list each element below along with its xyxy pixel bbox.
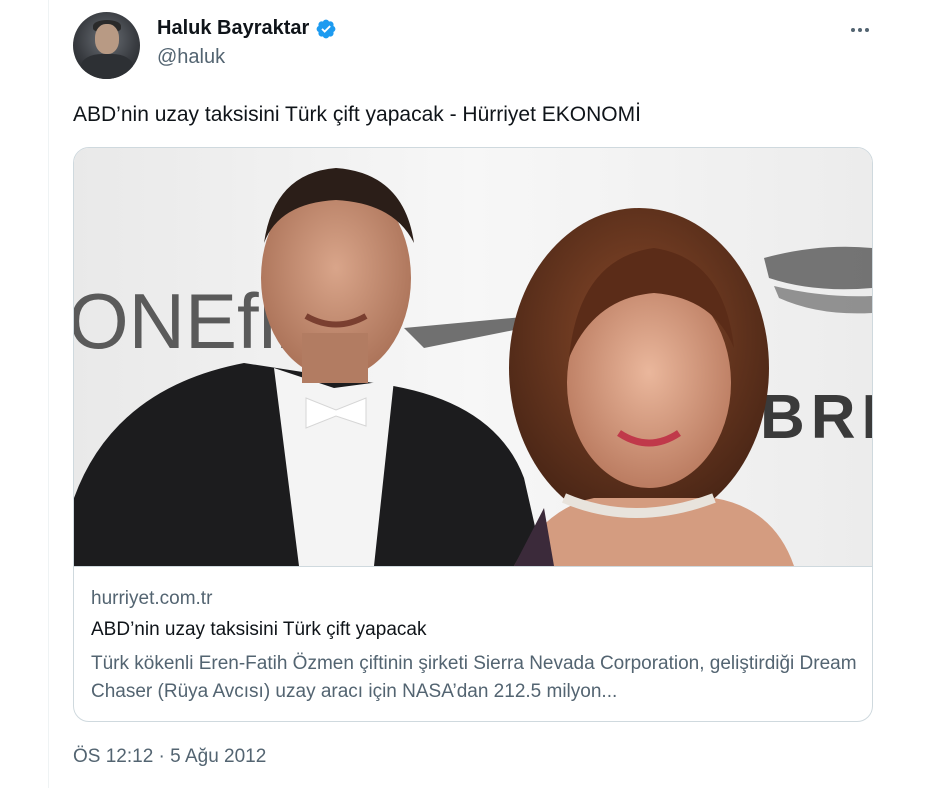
- author-handle[interactable]: @haluk: [157, 46, 225, 69]
- card-image[interactable]: ONEfli BRE: [74, 148, 872, 566]
- article-photo-icon: ONEfli BRE: [74, 148, 872, 566]
- card-title[interactable]: ABD’nin uzay taksisini Türk çift yapacak: [91, 619, 426, 641]
- verified-badge-icon[interactable]: [315, 18, 337, 40]
- avatar-face: [95, 24, 119, 54]
- avatar-body: [81, 54, 133, 79]
- tweet-timestamp[interactable]: ÖS 12:12 · 5 Ağu 2012: [73, 746, 266, 768]
- more-dot: [858, 28, 862, 32]
- card-domain: hurriyet.com.tr: [91, 588, 213, 609]
- link-card[interactable]: ONEfli BRE hu: [73, 147, 873, 722]
- author-name-row[interactable]: Haluk Bayraktar: [157, 17, 337, 40]
- card-description: Türk kökenli Eren-Fatih Özmen çiftinin ş…: [91, 653, 857, 702]
- avatar[interactable]: [73, 12, 140, 79]
- more-dot: [865, 28, 869, 32]
- more-dot: [851, 28, 855, 32]
- more-options-button[interactable]: [846, 18, 874, 42]
- timeline-divider: [48, 0, 49, 788]
- card-divider: [74, 566, 872, 567]
- background-logo-left: ONEfli: [74, 277, 293, 365]
- author-name[interactable]: Haluk Bayraktar: [157, 17, 309, 40]
- tweet-text: ABD’nin uzay taksisini Türk çift yapacak…: [73, 103, 641, 126]
- background-logo-right: BRE: [760, 383, 872, 452]
